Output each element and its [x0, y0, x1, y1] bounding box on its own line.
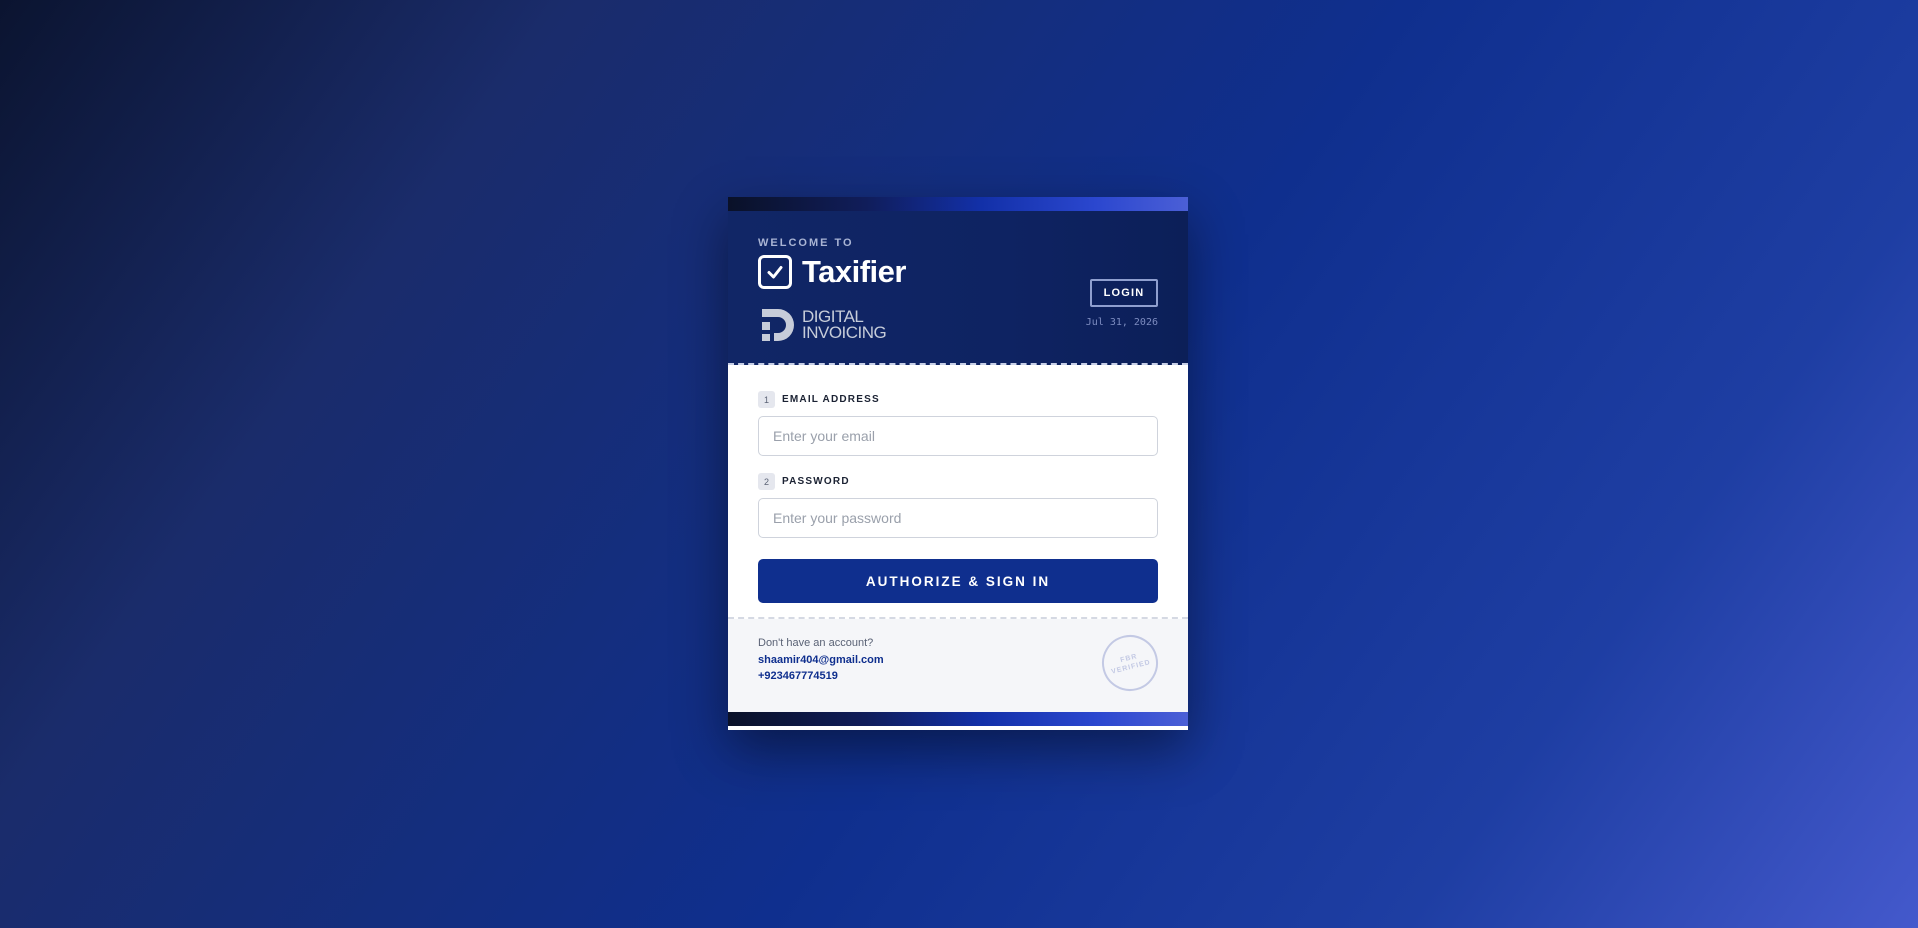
stamp-text: FBR VERIFIED: [1108, 649, 1152, 676]
email-label: EMAIL ADDRESS: [782, 394, 880, 405]
email-label-row: 1 EMAIL ADDRESS: [758, 391, 1158, 408]
welcome-text: WELCOME TO: [758, 237, 854, 249]
brand-name: Taxifier: [802, 254, 906, 289]
password-input[interactable]: [758, 498, 1158, 538]
card-header: WELCOME TO Taxifier DIGITAL INVOICING LO…: [728, 211, 1188, 365]
check-square-icon: [758, 255, 792, 289]
login-button[interactable]: LOGIN: [1090, 279, 1158, 307]
login-form: 1 EMAIL ADDRESS 2 PASSWORD AUTHORIZE & S…: [728, 365, 1188, 619]
top-accent-stripe: [728, 197, 1188, 211]
digital-invoicing-icon: [762, 309, 794, 341]
email-input[interactable]: [758, 416, 1158, 456]
signup-question: Don't have an account?: [758, 637, 874, 649]
authorize-sign-in-button[interactable]: AUTHORIZE & SIGN IN: [758, 559, 1158, 603]
di-line-2: INVOICING: [802, 323, 887, 342]
password-step-badge: 2: [758, 473, 775, 490]
current-date: Jul 31, 2026: [1085, 317, 1158, 328]
digital-invoicing-logo: DIGITAL INVOICING: [758, 305, 887, 345]
bottom-accent-stripe: [728, 712, 1188, 726]
login-card: WELCOME TO Taxifier DIGITAL INVOICING LO…: [728, 197, 1188, 730]
email-step-badge: 1: [758, 391, 775, 408]
password-label-row: 2 PASSWORD: [758, 473, 1158, 490]
digital-invoicing-text: DIGITAL INVOICING: [802, 308, 887, 342]
contact-phone-link[interactable]: +923467774519: [758, 670, 1158, 682]
brand: Taxifier: [758, 253, 906, 291]
contact-email-link[interactable]: shaamir404@gmail.com: [758, 654, 1158, 666]
password-label: PASSWORD: [782, 476, 850, 487]
card-footer: Don't have an account? shaamir404@gmail.…: [728, 619, 1188, 712]
